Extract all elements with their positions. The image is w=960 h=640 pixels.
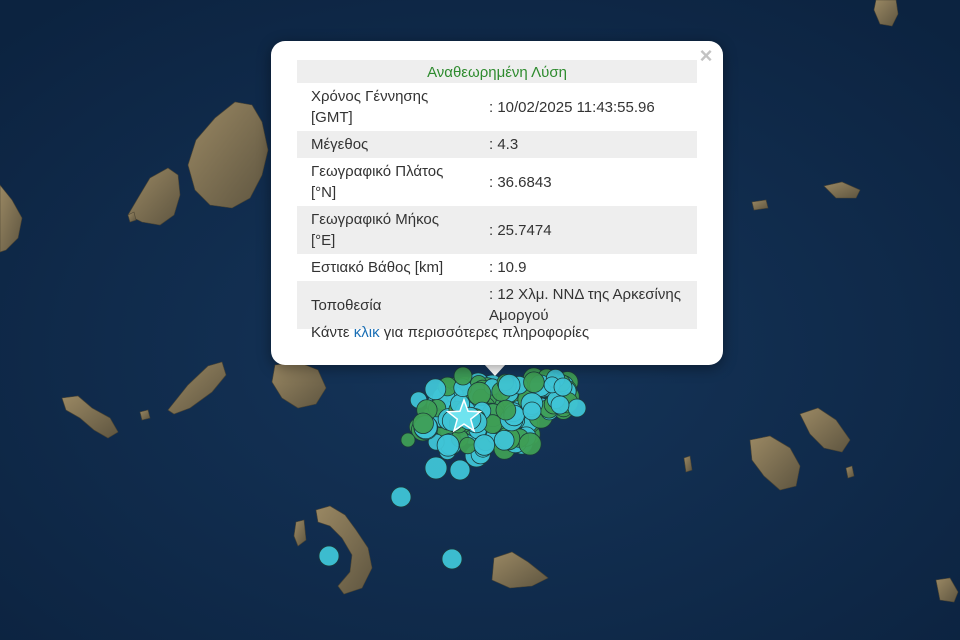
row-label-origin-time: Χρόνος Γέννησης [GMT]: [311, 88, 429, 126]
row-label-location: Τοποθεσία: [297, 281, 475, 329]
table-row: Τοποθεσία : 12 Χλμ. ΝΝΔ της Αρκεσίνης Αμ…: [297, 281, 697, 329]
earthquake-marker[interactable]: [493, 429, 515, 451]
popup-title-row: Αναθεωρημένη Λύση: [297, 60, 697, 83]
earthquake-marker[interactable]: [449, 459, 471, 481]
more-info-suffix: για περισσότερες πληροφορίες: [379, 324, 590, 341]
earthquake-marker[interactable]: [424, 378, 447, 401]
table-row: Εστιακό Βάθος [km] : 10.9: [297, 254, 697, 281]
row-value-latitude: : 36.6843: [489, 173, 552, 191]
row-label-depth: Εστιακό Βάθος [km]: [311, 259, 444, 276]
earthquake-marker[interactable]: [550, 395, 570, 415]
more-info-link[interactable]: κλικ: [354, 324, 380, 341]
earthquake-marker[interactable]: [424, 456, 448, 480]
more-info-prefix: Κάντε: [311, 324, 354, 341]
earthquake-marker[interactable]: [498, 374, 521, 397]
popup-pointer: [484, 364, 506, 376]
row-value-location: : 12 Χλμ. ΝΝΔ της Αρκεσίνης Αμοργού: [475, 281, 697, 329]
row-label-longitude: Γεωγραφικό Μήκος [°E]: [297, 206, 475, 254]
table-row: Γεωγραφικό Πλάτος [°N] : 36.6843: [297, 158, 697, 206]
row-value-depth: : 10.9: [489, 259, 527, 276]
earthquake-marker[interactable]: [473, 434, 496, 456]
earthquake-marker[interactable]: [553, 377, 573, 397]
earthquake-marker[interactable]: [390, 486, 412, 508]
earthquake-marker[interactable]: [467, 381, 492, 406]
close-icon[interactable]: ×: [696, 45, 716, 67]
earthquake-marker[interactable]: [523, 371, 545, 393]
earthquake-marker[interactable]: [453, 366, 473, 386]
island-small-1: [139, 409, 151, 421]
row-label-magnitude: Μέγεθος: [297, 131, 475, 158]
info-table: Αναθεωρημένη Λύση Χρόνος Γέννησης [GMT] …: [297, 60, 697, 329]
island-small-ne: [751, 199, 769, 211]
row-value-longitude: : 25.7474: [475, 206, 697, 254]
earthquake-marker[interactable]: [567, 398, 587, 418]
table-row: Γεωγραφικό Μήκος [°E] : 25.7474: [297, 206, 697, 254]
row-label-latitude: Γεωγραφικό Πλάτος [°N]: [311, 163, 444, 201]
more-info-line: Κάντε κλικ για περισσότερες πληροφορίες: [311, 324, 589, 341]
popup-title: Αναθεωρημένη Λύση: [297, 60, 697, 83]
earthquake-marker[interactable]: [518, 432, 542, 456]
earthquake-marker[interactable]: [495, 399, 517, 421]
earthquake-marker[interactable]: [318, 545, 340, 567]
earthquake-marker[interactable]: [436, 433, 460, 457]
table-row: Μέγεθος : 4.3: [297, 131, 697, 158]
earthquake-marker[interactable]: [459, 436, 477, 455]
earthquake-marker[interactable]: [400, 432, 416, 448]
row-value-origin-time: : 10/02/2025 11:43:55.96: [489, 98, 655, 116]
earthquake-marker[interactable]: [441, 548, 463, 570]
earthquake-marker[interactable]: [412, 412, 434, 435]
row-value-magnitude: : 4.3: [475, 131, 697, 158]
earthquake-info-popup: × Αναθεωρημένη Λύση Χρόνος Γέννησης [GMT…: [271, 41, 723, 365]
table-row: Χρόνος Γέννησης [GMT] : 10/02/2025 11:43…: [297, 83, 697, 131]
earthquake-marker[interactable]: [522, 401, 542, 421]
